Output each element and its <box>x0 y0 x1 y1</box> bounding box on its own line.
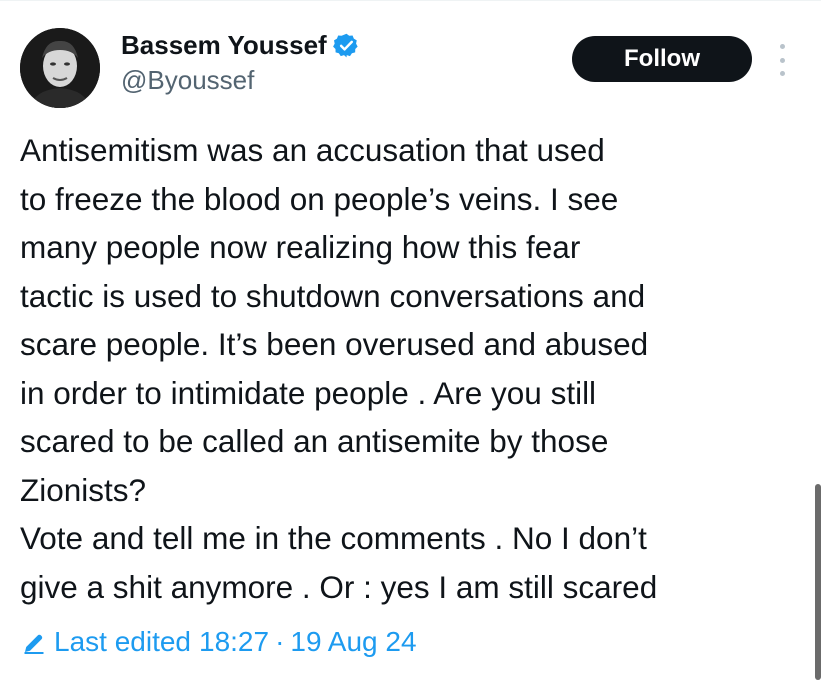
more-options-icon[interactable] <box>772 44 792 76</box>
tweet-line: to freeze the blood on people’s veins. I… <box>20 180 619 217</box>
avatar-image <box>20 28 100 108</box>
tweet-line: in order to intimidate people . Are you … <box>20 374 597 411</box>
author-name-row: Bassem Youssef <box>121 28 360 62</box>
tweet-line: Antisemitism was an accusation that used <box>20 132 605 168</box>
author-display-name[interactable]: Bassem Youssef <box>121 30 327 61</box>
last-edited-time: 18:27 <box>199 626 270 657</box>
more-dot <box>779 44 785 49</box>
tweet-line: give a shit anymore . Or : yes I am stil… <box>20 568 658 605</box>
tweet-text: Antisemitism was an accusation that used… <box>20 126 810 611</box>
avatar[interactable] <box>20 28 100 108</box>
more-dot <box>779 57 785 63</box>
tweet-line: Vote and tell me in the comments . No I … <box>20 520 647 556</box>
tweet-line: scare people. It’s been overused and abu… <box>20 326 649 362</box>
verified-badge-icon[interactable] <box>332 32 360 59</box>
tweet-line: many people now realizing how this fear <box>20 229 581 265</box>
last-edited-date: 19 Aug 24 <box>290 626 417 657</box>
last-edited-link[interactable]: Last edited 18:27 · 19 Aug 24 <box>22 626 417 658</box>
top-divider <box>0 0 821 1</box>
separator-dot: · <box>275 626 285 657</box>
last-edited-label: Last edited <box>54 626 191 657</box>
tweet-line: Zionists? <box>20 471 147 508</box>
follow-button[interactable]: Follow <box>572 36 752 82</box>
tweet-line: scared to be called an antisemite by tho… <box>20 423 609 459</box>
scrollbar[interactable] <box>815 484 821 680</box>
pencil-icon <box>22 630 46 654</box>
more-dot <box>779 71 785 76</box>
tweet-line: tactic is used to shutdown conversations… <box>20 277 646 314</box>
author-handle[interactable]: @Byoussef <box>121 65 254 96</box>
